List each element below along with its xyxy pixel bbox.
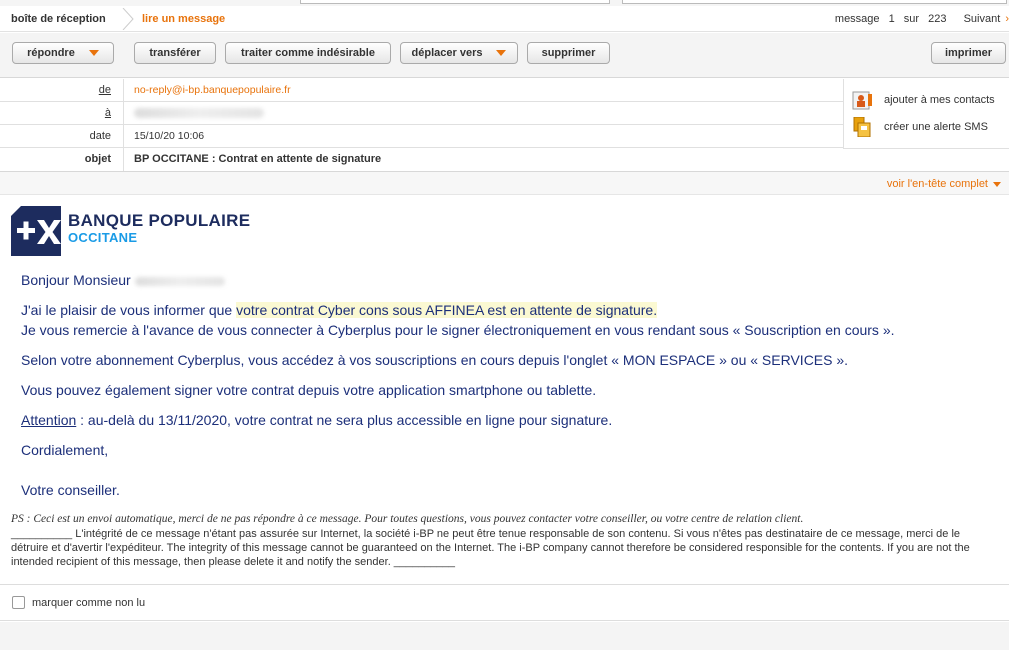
pager-total: 223 — [928, 13, 947, 25]
top-frame-box-left — [300, 0, 610, 4]
paragraph-5: Attention : au-delà du 13/11/2020, votre… — [21, 412, 613, 428]
header-row-from: de no-reply@i-bp.banquepopulaire.fr — [0, 79, 843, 102]
sms-alert-icon — [853, 117, 871, 137]
forward-button-label: transférer — [149, 47, 201, 59]
message-header: de no-reply@i-bp.banquepopulaire.fr à da… — [0, 79, 1009, 172]
reply-button[interactable]: répondre — [12, 42, 114, 64]
add-contact-icon — [852, 91, 872, 110]
breadcrumb-separator-icon — [122, 8, 134, 30]
postscript: PS : Ceci est un envoi automatique, merc… — [11, 513, 804, 525]
header-row-to: à — [0, 102, 843, 125]
add-contact-label: ajouter à mes contacts — [884, 94, 995, 106]
breadcrumb-current: lire un message — [142, 13, 226, 25]
mark-spam-button[interactable]: traiter comme indésirable — [225, 42, 391, 64]
date-label: date — [0, 125, 124, 147]
bank-logo: BANQUE POPULAIRE OCCITANE — [11, 206, 271, 258]
sms-alert-label: créer une alerte SMS — [884, 121, 988, 133]
dropdown-arrow-icon[interactable] — [88, 50, 99, 56]
paragraph-1-highlight: votre contrat Cyber cons sous AFFINEA es… — [236, 302, 658, 318]
breadcrumb: boîte de réception lire un message messa… — [0, 6, 1009, 32]
date-value: 15/10/20 10:06 — [134, 130, 205, 142]
forward-button[interactable]: transférer — [134, 42, 216, 64]
print-button-label: imprimer — [944, 47, 993, 59]
to-label[interactable]: à — [0, 102, 124, 124]
dropdown-arrow-icon[interactable] — [496, 50, 507, 56]
greeting: Bonjour Monsieur — [21, 272, 225, 288]
print-button[interactable]: imprimer — [931, 42, 1006, 64]
signature: Votre conseiller. — [21, 482, 120, 498]
pager-message-label: message — [834, 13, 880, 25]
delete-button-label: supprimer — [541, 47, 596, 59]
subject-value: BP OCCITANE : Contrat en attente de sign… — [134, 153, 382, 165]
full-header-bar: voir l'en-tête complet — [0, 172, 1009, 195]
subject-label: objet — [0, 148, 124, 171]
disclaimer: __________ L'intégrité de ce message n'é… — [11, 528, 970, 568]
bottom-area — [0, 622, 1009, 650]
chevron-right-icon[interactable]: › — [1005, 13, 1009, 25]
mark-spam-button-label: traiter comme indésirable — [241, 47, 375, 59]
to-value-redacted — [134, 102, 264, 124]
pager-next-link[interactable]: Suivant — [964, 13, 1001, 25]
mark-unread-checkbox[interactable] — [12, 596, 25, 609]
paragraph-2: Je vous remercie à l'avance de vous conn… — [21, 322, 895, 338]
header-row-subject: objet BP OCCITANE : Contrat en attente d… — [0, 148, 1009, 171]
add-contact-action[interactable]: ajouter à mes contacts — [852, 90, 995, 110]
top-frame-box-right — [622, 0, 1007, 4]
logo-line-2: OCCITANE — [68, 230, 138, 245]
from-value[interactable]: no-reply@i-bp.banquepopulaire.fr — [134, 79, 291, 101]
banque-populaire-logo-icon — [11, 206, 61, 256]
mark-unread-bar: marquer comme non lu — [0, 584, 1009, 621]
toolbar: répondre transférer traiter comme indési… — [0, 33, 1009, 78]
paragraph-4: Vous pouvez également signer votre contr… — [21, 382, 597, 398]
move-to-button[interactable]: déplacer vers — [400, 42, 518, 64]
attention-label: Attention — [21, 412, 77, 428]
delete-button[interactable]: supprimer — [527, 42, 610, 64]
header-actions: ajouter à mes contacts créer une alerte … — [843, 79, 1009, 149]
logo-line-1: BANQUE POPULAIRE — [68, 211, 251, 230]
from-label[interactable]: de — [0, 79, 124, 101]
mark-unread-label[interactable]: marquer comme non lu — [32, 597, 145, 609]
reply-button-label: répondre — [27, 47, 75, 59]
move-to-button-label: déplacer vers — [411, 47, 483, 59]
pager-index: 1 — [888, 13, 895, 25]
breadcrumb-inbox-link[interactable]: boîte de réception — [11, 13, 106, 25]
header-row-date: date 15/10/20 10:06 — [0, 125, 843, 148]
pager-of-label: sur — [903, 13, 920, 25]
paragraph-1: J'ai le plaisir de vous informer que vot… — [21, 302, 658, 318]
full-header-link[interactable]: voir l'en-tête complet — [887, 178, 1001, 190]
closing: Cordialement, — [21, 442, 109, 458]
pager: message 1 sur 223 Suivant › — [829, 13, 1009, 25]
paragraph-3: Selon votre abonnement Cyberplus, vous a… — [21, 352, 849, 368]
recipient-name-redacted — [134, 276, 225, 286]
sms-alert-action[interactable]: créer une alerte SMS — [852, 117, 988, 137]
